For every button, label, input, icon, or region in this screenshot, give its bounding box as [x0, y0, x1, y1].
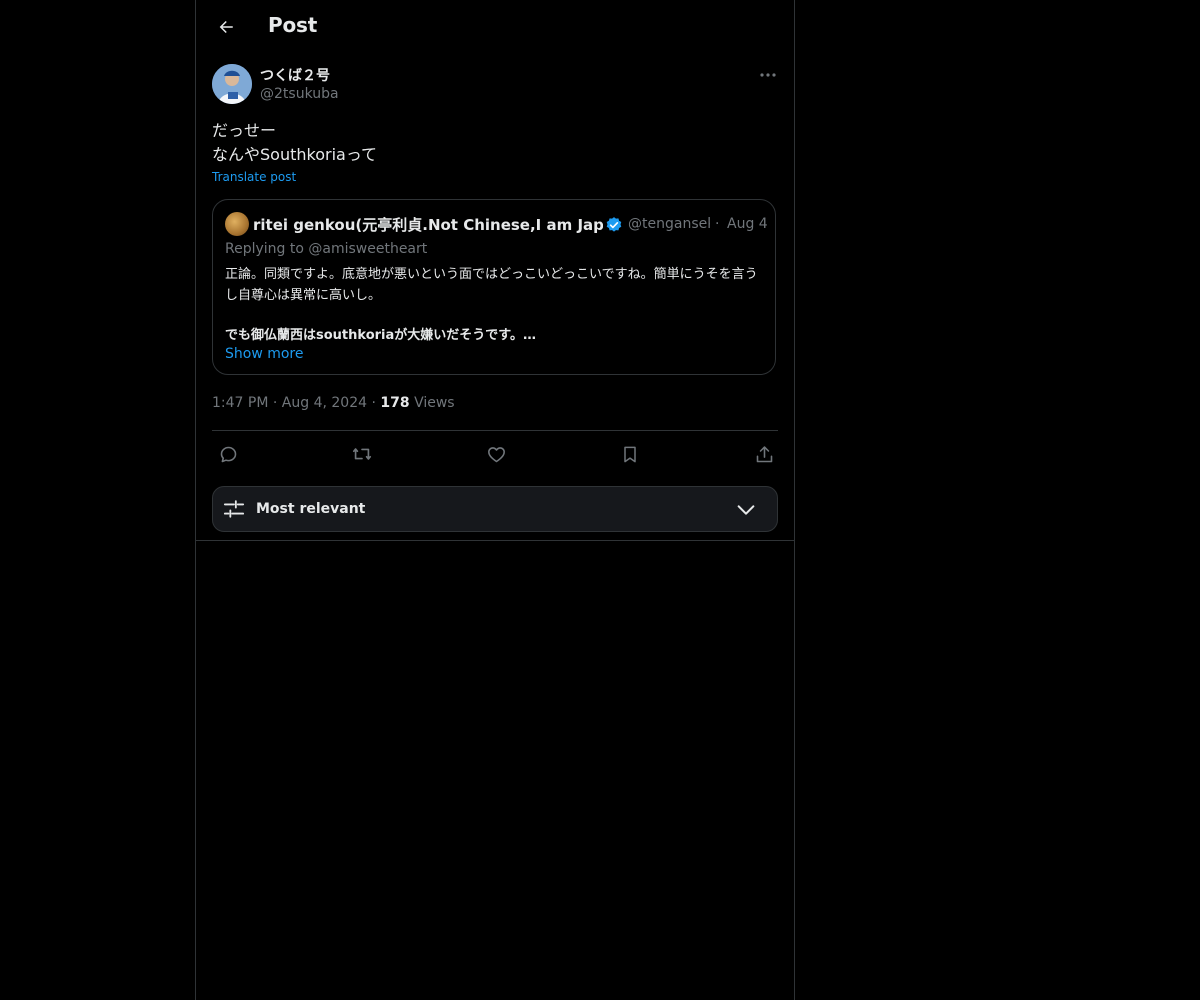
quote-separator: · — [715, 216, 720, 232]
post-date[interactable]: Aug 4, 2024 — [282, 395, 367, 411]
reply-icon — [220, 446, 236, 462]
bookmark-button[interactable] — [615, 441, 645, 467]
meta-separator: · — [272, 395, 282, 411]
quote-body-text: 正論。同類ですよ。底意地が悪いという面ではどっこいどっこいですね。簡単にうそを言… — [225, 267, 758, 303]
back-button[interactable] — [208, 9, 244, 45]
post-text: だっせー なんやSouthkoriaって — [212, 121, 378, 164]
more-dots-icon — [760, 73, 776, 77]
quote-replying-to: Replying to @amisweetheart — [225, 241, 428, 257]
author-handle[interactable]: @2tsukuba — [260, 86, 339, 102]
quote-body-text-bold: でも御仏蘭西はsouthkoriaが大嫌いだそうです。… — [225, 328, 536, 343]
post-time[interactable]: 1:47 PM — [212, 395, 268, 411]
divider — [212, 430, 778, 431]
section-divider — [196, 540, 794, 541]
quote-date: Aug 4 — [727, 216, 768, 232]
sliders-icon — [223, 500, 245, 518]
reply-sort-dropdown[interactable]: Most relevant — [212, 486, 778, 532]
quote-avatar — [225, 212, 249, 236]
reply-button[interactable] — [213, 441, 243, 467]
avatar-image — [212, 64, 252, 104]
quote-author-name: ritei genkou(元亭利貞.Not Chinese,I am Japan… — [253, 216, 603, 234]
quote-author-handle: @tenganseki — [628, 216, 710, 232]
chevron-down-icon — [737, 505, 755, 515]
heart-icon — [487, 446, 505, 462]
post-meta: 1:47 PM · Aug 4, 2024 · 178 Views — [212, 395, 455, 411]
sort-label: Most relevant — [256, 501, 366, 517]
repost-button[interactable] — [347, 441, 377, 467]
views-label: Views — [414, 395, 455, 411]
back-arrow-icon — [219, 21, 233, 33]
translate-post-link[interactable]: Translate post — [212, 170, 296, 184]
like-button[interactable] — [481, 441, 511, 467]
top-bar: Post — [196, 0, 794, 54]
share-button[interactable] — [749, 441, 779, 467]
main-column: Post つくば２号 @2tsukuba だっせー なんやSouthkoriaっ… — [195, 0, 795, 1000]
page-title: Post — [268, 13, 318, 37]
more-options-button[interactable] — [756, 66, 780, 84]
show-more-link[interactable]: Show more — [225, 346, 304, 362]
share-icon — [756, 445, 772, 462]
repost-icon — [352, 448, 372, 460]
author-name[interactable]: つくば２号 — [260, 65, 330, 85]
avatar[interactable] — [212, 64, 252, 104]
bookmark-icon — [624, 446, 636, 462]
verified-badge-icon — [606, 217, 622, 232]
views-count: 178 — [380, 395, 410, 411]
quoted-post[interactable]: ritei genkou(元亭利貞.Not Chinese,I am Japan… — [212, 199, 776, 375]
